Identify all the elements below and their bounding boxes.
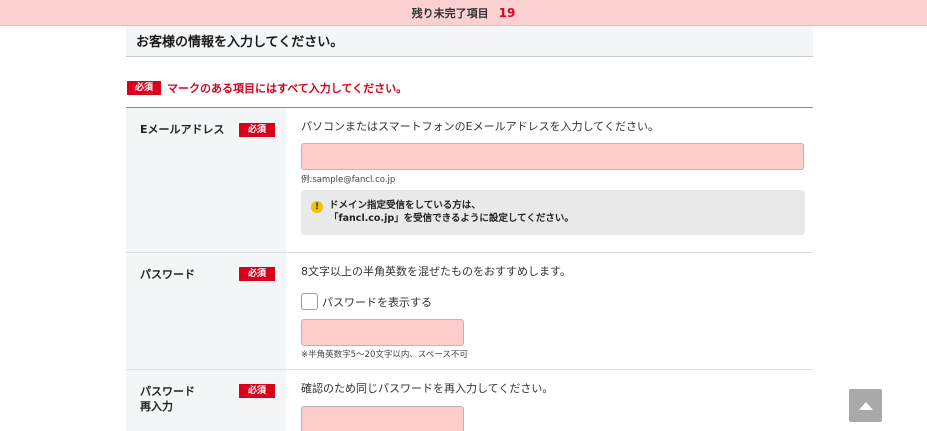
domain-info-line1: ドメイン指定受信をしている方は、 <box>329 200 481 211</box>
password-hint: 8文字以上の半角英数を混ぜたものをおすすめします。 <box>301 265 571 278</box>
incomplete-items-banner: 残り未完了項目 19 <box>0 0 927 26</box>
password-confirm-hint: 確認のため同じパスワードを再入力してください。 <box>301 382 554 395</box>
scroll-to-top-button[interactable] <box>849 389 882 422</box>
customer-form: Eメールアドレス 必須 パソコンまたはスマートフォンのEメールアドレスを入力して… <box>126 107 813 431</box>
password-confirm-label-cell: パスワード 再入力 必須 <box>126 370 286 431</box>
incomplete-items-count: 19 <box>498 5 516 20</box>
section-title: お客様の情報を入力してください。 <box>126 26 813 57</box>
password-required-badge: 必須 <box>239 267 275 281</box>
password-rule-note: ※半角英数字5～20文字以内、スペース不可 <box>301 350 468 360</box>
email-field-cell: パソコンまたはスマートフォンのEメールアドレスを入力してください。 例:samp… <box>286 108 813 252</box>
password-field-cell: 8文字以上の半角英数を混ぜたものをおすすめします。 パスワードを表示する ※半角… <box>286 253 813 369</box>
password-row: パスワード 必須 8文字以上の半角英数を混ぜたものをおすすめします。 パスワード… <box>126 253 813 370</box>
email-label-cell: Eメールアドレス 必須 <box>126 108 286 252</box>
required-note: 必須 マークのある項目にはすべて入力してください。 <box>127 80 407 96</box>
domain-info-box: ! ドメイン指定受信をしている方は、 「fancl.co.jp」を受信できるよう… <box>301 190 805 235</box>
triangle-up-icon <box>858 401 873 410</box>
email-input[interactable] <box>301 143 804 170</box>
password-label-cell: パスワード 必須 <box>126 253 286 369</box>
domain-info-text: ドメイン指定受信をしている方は、 「fancl.co.jp」を受信できるように設… <box>329 199 574 235</box>
password-confirm-input[interactable] <box>301 406 464 431</box>
password-confirm-row: パスワード 再入力 必須 確認のため同じパスワードを再入力してください。 <box>126 370 813 431</box>
exclamation-icon: ! <box>311 201 323 213</box>
required-badge: 必須 <box>127 81 161 95</box>
password-confirm-field-cell: 確認のため同じパスワードを再入力してください。 <box>286 370 813 431</box>
password-input[interactable] <box>301 319 464 346</box>
show-password-checkbox[interactable] <box>301 293 318 310</box>
incomplete-items-label: 残り未完了項目 <box>411 6 489 20</box>
required-note-text: マークのある項目にはすべて入力してください。 <box>167 82 408 95</box>
show-password-toggle[interactable]: パスワードを表示する <box>301 293 813 310</box>
password-confirm-required-badge: 必須 <box>239 384 275 398</box>
email-row: Eメールアドレス 必須 パソコンまたはスマートフォンのEメールアドレスを入力して… <box>126 108 813 253</box>
email-example: 例:sample@fancl.co.jp <box>301 175 396 185</box>
password-confirm-label-line2: 再入力 <box>140 400 173 413</box>
email-required-badge: 必須 <box>239 123 275 137</box>
show-password-label[interactable]: パスワードを表示する <box>322 294 432 310</box>
domain-info-line2: 「fancl.co.jp」を受信できるように設定してください。 <box>329 213 574 224</box>
email-hint: パソコンまたはスマートフォンのEメールアドレスを入力してください。 <box>301 120 659 133</box>
